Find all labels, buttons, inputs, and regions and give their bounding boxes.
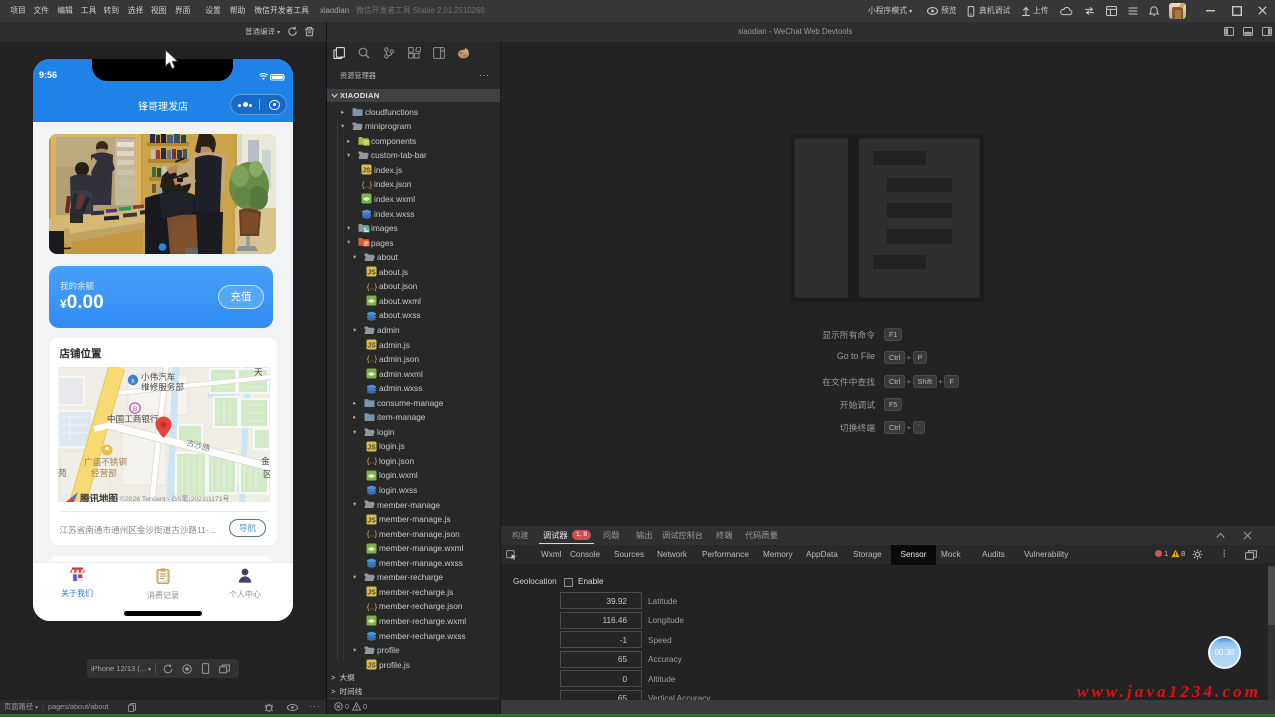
svg-text:{..}: {..}: [367, 601, 378, 611]
svg-text:腾讯地图: 腾讯地图: [79, 493, 118, 502]
svg-text:JS: JS: [367, 517, 376, 524]
svg-text:{..}: {..}: [367, 354, 378, 364]
svg-text:JS: JS: [367, 270, 376, 277]
svg-text:◂▸: ◂▸: [367, 544, 377, 553]
svg-text:◂▸: ◂▸: [367, 296, 377, 305]
svg-text:JS: JS: [362, 168, 371, 175]
svg-text:©2026 Tencent - GS雮(2023)1171号: ©2026 Tencent - GS雮(2023)1171号: [120, 495, 230, 502]
svg-text:天: 天: [254, 367, 263, 377]
svg-text:中国工商银行: 中国工商银行: [107, 413, 159, 424]
svg-text:◂▸: ◂▸: [367, 617, 377, 626]
svg-text:经营部: 经营部: [91, 467, 117, 478]
svg-text:金: 金: [261, 455, 270, 466]
svg-text:苑: 苑: [58, 467, 67, 478]
svg-text:维修服务部: 维修服务部: [141, 381, 184, 392]
svg-text:JS: JS: [367, 662, 376, 669]
svg-text:区: 区: [263, 469, 270, 479]
svg-text:JS: JS: [367, 590, 376, 597]
svg-text:广盛不锈钢: 广盛不锈钢: [84, 456, 127, 467]
svg-text:x: x: [131, 378, 135, 385]
svg-text:◂▸: ◂▸: [362, 195, 372, 204]
svg-text:JS: JS: [367, 342, 376, 349]
svg-text:{..}: {..}: [367, 281, 378, 291]
svg-text:{..}: {..}: [362, 179, 373, 189]
svg-text:{..}: {..}: [367, 529, 378, 539]
svg-text:小伟汽车: 小伟汽车: [141, 371, 176, 382]
svg-text:◂▸: ◂▸: [367, 471, 377, 480]
svg-text:JS: JS: [367, 444, 376, 451]
svg-text:◂▸: ◂▸: [367, 369, 377, 378]
svg-text:{..}: {..}: [367, 456, 378, 466]
svg-text:B: B: [132, 406, 136, 413]
